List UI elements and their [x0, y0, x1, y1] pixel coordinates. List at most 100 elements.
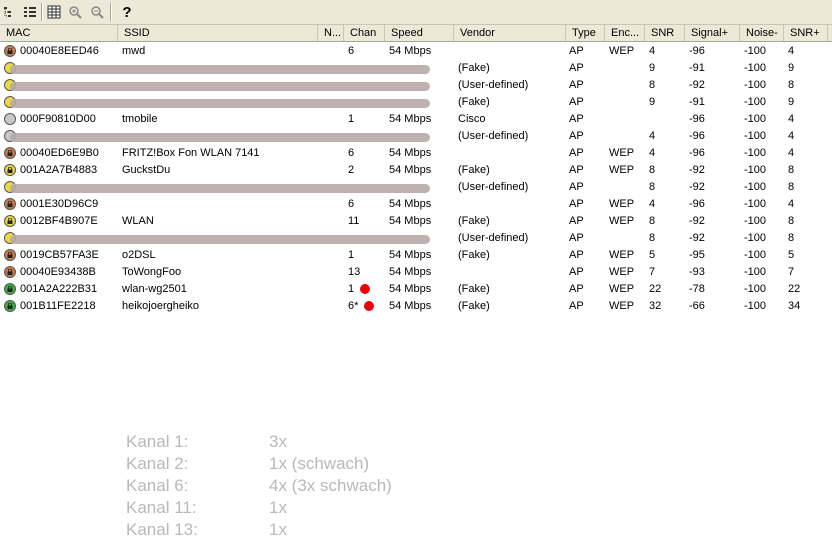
cell-type: AP — [569, 232, 584, 244]
zoom-in-icon — [69, 6, 82, 19]
cell-vendor — [458, 264, 564, 281]
cell-signal: -92 — [689, 79, 705, 91]
cell-mac: 001B11FE2218 — [20, 300, 96, 312]
channel-note: Kanal 11: 1x — [126, 498, 446, 520]
channel-note-value: 1x — [269, 498, 287, 517]
column-ssid[interactable]: SSID — [118, 25, 318, 41]
cell-snr-plus: 4 — [788, 113, 795, 125]
table-row[interactable]: (Fake) AP 9 -91 -100 9 — [0, 60, 832, 77]
channel-note-label: Kanal 13: — [126, 520, 198, 539]
zoom-out-icon — [91, 6, 104, 19]
cell-type: AP — [569, 283, 584, 295]
lock-icon — [4, 215, 16, 227]
cell-vendor: (User-defined) — [458, 181, 529, 193]
column-n[interactable]: N... — [318, 25, 344, 41]
column-signal[interactable]: Signal+ — [685, 25, 740, 41]
cell-chan-value: 6* — [348, 300, 359, 312]
cell-snr: 9 — [649, 62, 656, 74]
help-button[interactable]: ? — [117, 2, 137, 22]
table-row[interactable]: 001B11FE2218 heikojoergheiko 6* 54 Mbps (Fak… — [0, 298, 832, 315]
cell-vendor — [458, 145, 564, 162]
table-row[interactable]: (User-defined) AP 8 -92 -100 8 — [0, 179, 832, 196]
column-snr[interactable]: SNR — [645, 25, 685, 41]
channel-note-value: 4x (3x schwach) — [269, 476, 392, 495]
table-row[interactable]: 00040E93438B ToWongFoo 13 54 Mbps AP WEP 7 -93 -… — [0, 264, 832, 281]
table-row[interactable]: (User-defined) AP 8 -92 -100 8 — [0, 77, 832, 94]
cell-signal: -92 — [689, 215, 705, 227]
cell-enc: WEP — [609, 45, 635, 57]
cell-vendor: (Fake) — [458, 249, 490, 261]
redaction-bar — [10, 65, 430, 74]
signal-dot-icon — [360, 284, 371, 295]
table-row[interactable]: 001A2A222B31 wlan-wg2501 1 54 Mbps (Fake) AP W… — [0, 281, 832, 298]
cell-snr-plus: 8 — [788, 215, 795, 227]
cell-ssid: ToWongFoo — [122, 266, 182, 278]
column-chan[interactable]: Chan — [344, 25, 385, 41]
column-noise[interactable]: Noise- — [740, 25, 784, 41]
cell-snr-plus: 8 — [788, 164, 795, 176]
column-snr-plus[interactable]: SNR+ — [784, 25, 828, 41]
cell-enc: WEP — [609, 215, 635, 227]
cell-chan: 11 — [348, 215, 360, 227]
channel-note: Kanal 6: 4x (3x schwach) — [126, 476, 446, 498]
list-view-button[interactable] — [20, 2, 40, 22]
tree-view-button[interactable] — [0, 2, 20, 22]
column-vendor[interactable]: Vendor — [454, 25, 566, 41]
cell-chan: 13 — [348, 266, 361, 278]
table-row[interactable]: 000F90810D00 tmobile 1 54 Mbps Cisco AP -96 -10… — [0, 111, 832, 128]
cell-snr-plus: 7 — [788, 266, 795, 278]
grid-view-button[interactable] — [44, 2, 64, 22]
cell-signal: -96 — [689, 147, 705, 159]
cell-snr: 4 — [649, 198, 656, 210]
cell-type: AP — [569, 62, 584, 74]
zoom-in-button[interactable] — [65, 2, 85, 22]
table-row[interactable]: (User-defined) AP 4 -96 -100 4 — [0, 128, 832, 145]
channel-note: Kanal 13: 1x — [126, 520, 446, 542]
cell-type: AP — [569, 300, 584, 312]
lock-icon — [4, 45, 16, 57]
cell-noise: -100 — [744, 181, 767, 193]
column-mac[interactable]: MAC — [0, 25, 118, 41]
cell-snr-plus: 34 — [788, 300, 801, 312]
network-status-icon — [4, 113, 16, 125]
cell-type: AP — [569, 113, 584, 125]
table-row[interactable]: 0019CB57FA3E o2DSL 1 54 Mbps (Fake) AP WEP 5 -95… — [0, 247, 832, 264]
table-row[interactable]: (Fake) AP 9 -91 -100 9 — [0, 94, 832, 111]
cell-speed: 54 Mbps — [389, 45, 432, 57]
cell-snr: 8 — [649, 232, 656, 244]
toolbar-separator — [41, 3, 43, 21]
cell-speed: 54 Mbps — [389, 113, 432, 125]
cell-snr-plus: 9 — [788, 62, 795, 74]
table-row[interactable]: 00040ED6E9B0 FRITZ!Box Fon WLAN 7141 6 54 M… — [0, 145, 832, 162]
column-speed[interactable]: Speed — [385, 25, 454, 41]
table-row[interactable]: 0001E30D96C9 6 54 Mbps AP WEP 4 -96 -100 4 — [0, 196, 832, 213]
cell-vendor — [458, 43, 564, 60]
cell-signal: -96 — [689, 45, 705, 57]
cell-signal: -66 — [689, 300, 705, 312]
cell-type: AP — [569, 181, 584, 193]
cell-vendor: (User-defined) — [458, 130, 529, 142]
cell-type: AP — [569, 266, 584, 278]
cell-chan-value: 1 — [348, 283, 355, 295]
cell-ssid: tmobile — [122, 113, 158, 125]
zoom-out-button[interactable] — [87, 2, 107, 22]
column-enc[interactable]: Enc... — [605, 25, 645, 41]
table-row[interactable]: 001A2A7B4883 GuckstDu 2 54 Mbps (Fake) AP WEP 8… — [0, 162, 832, 179]
cell-enc: WEP — [609, 147, 635, 159]
cell-ssid: FRITZ!Box Fon WLAN 7141 — [122, 147, 260, 159]
cell-vendor: (User-defined) — [458, 232, 529, 244]
cell-chan: 6* — [348, 298, 388, 315]
cell-snr: 8 — [649, 181, 656, 193]
cell-vendor: (Fake) — [458, 215, 490, 227]
cell-mac: 000F90810D00 — [20, 113, 96, 125]
cell-vendor: Cisco — [458, 113, 486, 125]
cell-snr-plus: 22 — [788, 283, 801, 295]
cell-speed: 54 Mbps — [389, 249, 432, 261]
table-row[interactable]: 0012BF4B907E WLAN 11 54 Mbps (Fake) AP WEP 8 -92… — [0, 213, 832, 230]
cell-vendor: (User-defined) — [458, 79, 529, 91]
grid-view-icon — [47, 5, 61, 19]
table-row[interactable]: 00040E8EED46 mwd 6 54 Mbps AP WEP 4 -96 -100 4 — [0, 43, 832, 60]
column-type[interactable]: Type — [566, 25, 605, 41]
table-row[interactable]: (User-defined) AP 8 -92 -100 8 — [0, 230, 832, 247]
cell-snr: 8 — [649, 79, 656, 91]
